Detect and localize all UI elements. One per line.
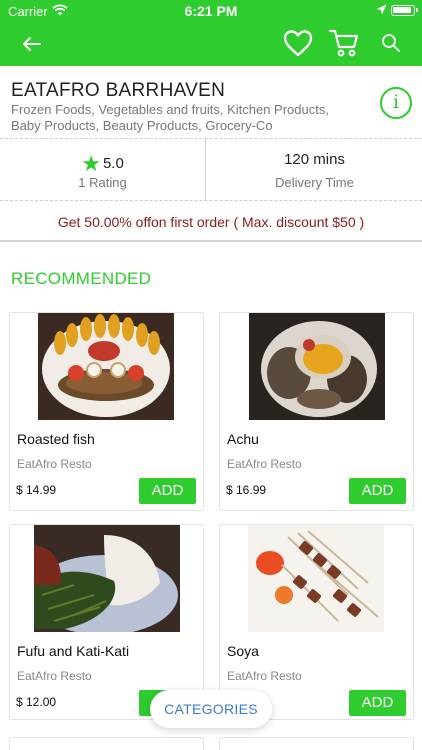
status-time: 6:21 PM bbox=[184, 3, 238, 19]
star-icon: ★ bbox=[81, 151, 101, 176]
app-header: Carrier 6:21 PM bbox=[0, 0, 422, 66]
heart-icon[interactable] bbox=[282, 28, 314, 58]
product-price: $ 12.00 bbox=[16, 695, 57, 709]
delivery-label: Delivery Time bbox=[275, 175, 354, 190]
categories-button[interactable]: CATEGORIES bbox=[150, 690, 272, 728]
product-name: Fufu and Kati-Kati bbox=[17, 643, 130, 659]
info-icon[interactable]: i bbox=[380, 87, 412, 119]
product-shop: EatAfro Resto bbox=[17, 669, 92, 683]
location-arrow-icon bbox=[376, 4, 387, 15]
add-button[interactable]: ADD bbox=[349, 690, 406, 716]
cart-icon[interactable] bbox=[328, 26, 360, 58]
rating-value: 5.0 bbox=[102, 155, 124, 172]
offer-banner: Get 50.00% offon first order ( Max. disc… bbox=[0, 202, 422, 242]
product-shop: EatAfro Resto bbox=[227, 669, 302, 683]
product-image bbox=[249, 313, 385, 420]
delivery-value: 120 mins bbox=[284, 151, 345, 168]
product-name: Soya bbox=[227, 643, 259, 659]
product-shop: EatAfro Resto bbox=[17, 457, 92, 471]
rating-stat: ★ 5.0 1 Rating bbox=[0, 139, 206, 201]
add-button[interactable]: ADD bbox=[349, 478, 406, 504]
delivery-stat: 120 mins Delivery Time bbox=[207, 139, 422, 201]
product-name: Achu bbox=[227, 431, 259, 447]
back-arrow-icon[interactable] bbox=[18, 30, 46, 58]
product-card-partial[interactable] bbox=[219, 737, 414, 750]
product-image bbox=[34, 525, 180, 632]
product-card[interactable]: Achu EatAfro Resto $ 16.99 ADD bbox=[219, 312, 414, 511]
product-price: $ 14.99 bbox=[16, 483, 57, 497]
battery-icon bbox=[391, 5, 418, 16]
product-shop: EatAfro Resto bbox=[227, 457, 302, 471]
add-button[interactable]: ADD bbox=[139, 478, 196, 504]
status-bar: Carrier 6:21 PM bbox=[0, 0, 422, 22]
product-image bbox=[38, 313, 174, 420]
search-icon[interactable] bbox=[380, 32, 402, 54]
store-categories: Frozen Foods, Vegetables and fruits, Kit… bbox=[11, 102, 329, 133]
product-price: $ 16.99 bbox=[226, 483, 267, 497]
store-stats: ★ 5.0 1 Rating 120 mins Delivery Time bbox=[0, 138, 422, 201]
product-card[interactable]: Roasted fish EatAfro Resto $ 14.99 ADD bbox=[9, 312, 204, 511]
product-name: Roasted fish bbox=[17, 431, 95, 447]
store-name: EATAFRO BARRHAVEN bbox=[11, 80, 226, 101]
section-title: RECOMMENDED bbox=[11, 269, 152, 288]
rating-label: 1 Rating bbox=[78, 175, 127, 190]
product-card-partial[interactable] bbox=[9, 737, 204, 750]
product-image bbox=[248, 525, 384, 632]
